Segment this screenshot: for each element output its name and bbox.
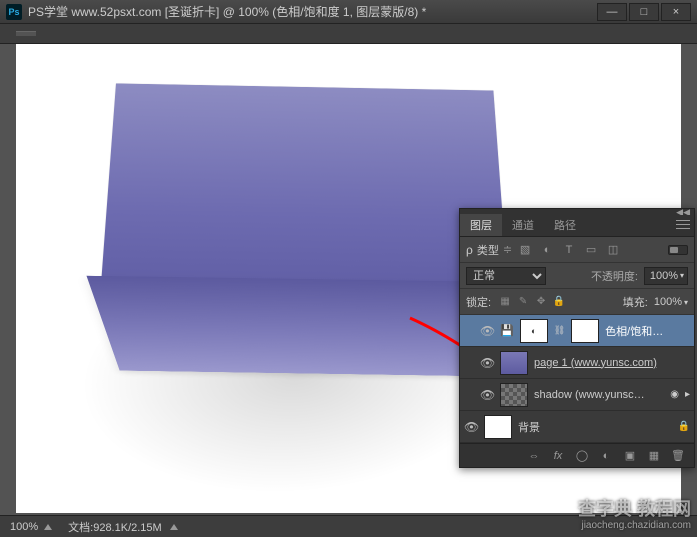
- titlebar: Ps PS学堂 www.52psxt.com [圣诞折卡] @ 100% (色相…: [0, 0, 697, 24]
- blend-row: 正常 不透明度: 100%▾: [460, 263, 694, 289]
- visibility-icon[interactable]: 👁: [480, 388, 494, 402]
- delete-icon[interactable]: 🗑: [670, 448, 686, 464]
- opacity-label: 不透明度:: [591, 268, 638, 284]
- filter-row: ρ 类型 ≑ ▧ ◐ T ▭ ◫: [460, 237, 694, 263]
- file-info: 文档:928.1K/2.15M: [68, 519, 162, 535]
- filter-kind-label[interactable]: 类型: [477, 242, 499, 258]
- filter-adjust-icon[interactable]: ◐: [538, 242, 556, 258]
- layer-mask-thumb[interactable]: [571, 319, 599, 343]
- layer-name[interactable]: shadow (www.yunsc…: [534, 389, 664, 401]
- document-tabbar: [0, 24, 697, 44]
- layers-panel: ◀◀ 图层 通道 路径 ρ 类型 ≑ ▧ ◐ T ▭ ◫ 正常 不透明度: 10…: [459, 208, 695, 468]
- lock-transparent-icon[interactable]: ▦: [497, 294, 513, 310]
- add-mask-icon[interactable]: ◯: [574, 448, 590, 464]
- lock-all-icon[interactable]: 🔒: [551, 294, 567, 310]
- zoom-level[interactable]: 100%: [10, 521, 38, 533]
- filter-pixel-icon[interactable]: ▧: [516, 242, 534, 258]
- layer-name[interactable]: page 1 (www.yunsc.com): [534, 357, 690, 369]
- layer-row-huesat[interactable]: 👁 💾 ◐ ⛓ 色相/饱和…: [460, 315, 694, 347]
- document-tab[interactable]: [16, 31, 36, 36]
- visibility-icon[interactable]: 👁: [480, 356, 494, 370]
- fill-value[interactable]: 100%▾: [654, 296, 688, 308]
- fill-label: 填充:: [623, 294, 648, 310]
- tab-channels[interactable]: 通道: [502, 214, 544, 236]
- visibility-icon[interactable]: 👁: [464, 420, 478, 434]
- layer-list: 👁 💾 ◐ ⛓ 色相/饱和… 👁 page 1 (www.yunsc.com) …: [460, 315, 694, 443]
- panel-tabs: 图层 通道 路径: [460, 215, 694, 237]
- layer-thumb: [484, 415, 512, 439]
- opacity-value[interactable]: 100%▾: [644, 267, 688, 285]
- statusbar: 100% 文档:928.1K/2.15M: [0, 515, 697, 537]
- maximize-button[interactable]: □: [629, 3, 659, 21]
- new-layer-icon[interactable]: ▦: [646, 448, 662, 464]
- lock-pixels-icon[interactable]: ✎: [515, 294, 531, 310]
- filter-smart-icon[interactable]: ◫: [604, 242, 622, 258]
- layer-row-background[interactable]: 👁 背景 🔒: [460, 411, 694, 443]
- link-layers-icon[interactable]: ⇔: [526, 448, 542, 464]
- adjustment-thumb: ◐: [520, 319, 548, 343]
- close-button[interactable]: ×: [661, 3, 691, 21]
- layer-row-shadow[interactable]: 👁 shadow (www.yunsc… ◉ ▸: [460, 379, 694, 411]
- new-adjustment-icon[interactable]: ◐: [598, 448, 614, 464]
- filter-disclosure-icon[interactable]: ◉: [670, 389, 679, 400]
- filter-type-icon[interactable]: ρ: [466, 243, 473, 257]
- layer-thumb: [500, 383, 528, 407]
- expand-icon[interactable]: ▸: [685, 389, 690, 400]
- lock-icon: 🔒: [678, 421, 690, 432]
- blend-mode-select[interactable]: 正常: [466, 267, 546, 285]
- fx-icon[interactable]: fx: [550, 448, 566, 464]
- visibility-icon[interactable]: 👁: [480, 324, 494, 338]
- window-title: PS学堂 www.52psxt.com [圣诞折卡] @ 100% (色相/饱和…: [28, 3, 595, 20]
- filter-toggle[interactable]: [668, 245, 688, 255]
- panel-footer: ⇔ fx ◯ ◐ ▣ ▦ 🗑: [460, 443, 694, 467]
- lock-row: 锁定: ▦ ✎ ✥ 🔒 填充: 100%▾: [460, 289, 694, 315]
- layer-name[interactable]: 背景: [518, 419, 672, 435]
- new-group-icon[interactable]: ▣: [622, 448, 638, 464]
- lock-label: 锁定:: [466, 294, 491, 310]
- filter-shape-icon[interactable]: ▭: [582, 242, 600, 258]
- panel-menu-icon[interactable]: [676, 218, 690, 230]
- zoom-menu-icon[interactable]: [44, 524, 52, 530]
- filter-type-t-icon[interactable]: T: [560, 242, 578, 258]
- info-menu-icon[interactable]: [170, 524, 178, 530]
- layer-name[interactable]: 色相/饱和…: [605, 323, 690, 339]
- app-icon: Ps: [6, 4, 22, 20]
- card-back-render: [100, 83, 510, 308]
- layer-thumb: [500, 351, 528, 375]
- tab-layers[interactable]: 图层: [460, 214, 502, 236]
- tab-paths[interactable]: 路径: [544, 214, 586, 236]
- save-indicator-icon: 💾: [500, 324, 514, 337]
- layer-row-page1[interactable]: 👁 page 1 (www.yunsc.com): [460, 347, 694, 379]
- lock-position-icon[interactable]: ✥: [533, 294, 549, 310]
- link-icon: ⛓: [554, 325, 565, 336]
- minimize-button[interactable]: —: [597, 3, 627, 21]
